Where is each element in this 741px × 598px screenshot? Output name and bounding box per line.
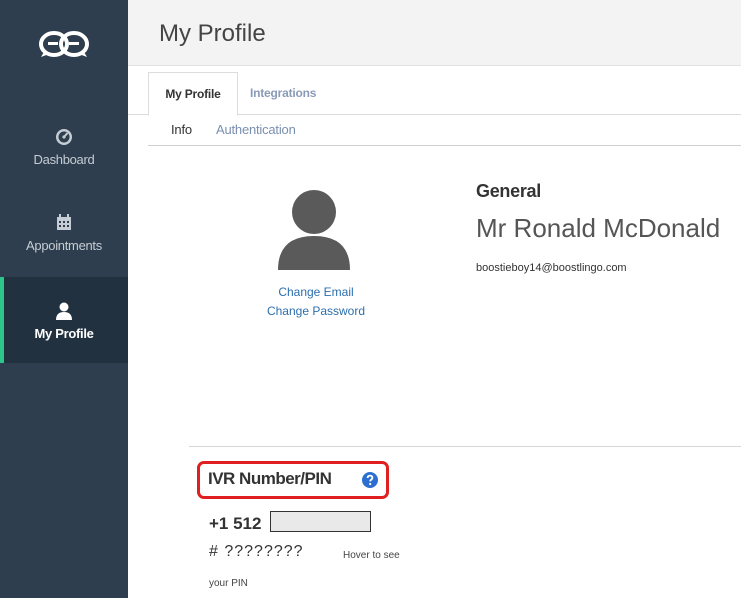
question-circle-icon[interactable] bbox=[362, 472, 378, 488]
tab-bar: My Profile Integrations bbox=[128, 66, 741, 116]
pin-masked-value: ???????? bbox=[224, 543, 304, 560]
user-email: boostieboy14@boostlingo.com bbox=[476, 262, 627, 274]
phone-redacted-box bbox=[270, 511, 371, 532]
section-divider bbox=[189, 446, 741, 447]
sidebar: Dashboard Appointments My Profile bbox=[0, 0, 128, 598]
sidebar-item-appointments[interactable]: Appointments bbox=[0, 192, 128, 272]
active-indicator bbox=[0, 277, 4, 363]
sidebar-item-my-profile[interactable]: My Profile bbox=[0, 277, 128, 363]
tab-integrations[interactable]: Integrations bbox=[250, 72, 316, 116]
sidebar-item-label: Appointments bbox=[26, 237, 102, 253]
pin-hover-hint: Hover to see bbox=[343, 550, 400, 561]
ivr-phone-prefix: +1 512 bbox=[209, 514, 262, 533]
ivr-label: IVR Number/PIN bbox=[208, 469, 332, 488]
user-full-name: Mr Ronald McDonald bbox=[476, 213, 721, 243]
page-header: My Profile bbox=[128, 0, 741, 66]
sidebar-item-label: My Profile bbox=[34, 325, 94, 341]
sidebar-item-label: Dashboard bbox=[33, 151, 95, 167]
pin-masked[interactable]: # ???????? bbox=[209, 543, 304, 561]
user-icon bbox=[56, 300, 72, 322]
tab-my-profile[interactable]: My Profile bbox=[148, 72, 238, 116]
change-password-link[interactable]: Change Password bbox=[236, 304, 396, 318]
subtab-authentication[interactable]: Authentication bbox=[216, 122, 296, 137]
page-title: My Profile bbox=[159, 20, 266, 47]
gauge-icon bbox=[55, 126, 73, 148]
change-email-link[interactable]: Change Email bbox=[236, 285, 396, 299]
pin-hover-hint-cont: your PIN bbox=[209, 578, 248, 589]
pin-hash: # bbox=[209, 543, 219, 560]
subtab-bar: Info Authentication bbox=[148, 116, 741, 146]
boostlingo-logo-icon[interactable] bbox=[0, 0, 128, 88]
general-section-title: General bbox=[476, 181, 541, 201]
avatar bbox=[276, 190, 352, 270]
subtab-info[interactable]: Info bbox=[171, 122, 192, 137]
sidebar-item-dashboard[interactable]: Dashboard bbox=[0, 106, 128, 186]
calendar-icon bbox=[56, 212, 72, 234]
